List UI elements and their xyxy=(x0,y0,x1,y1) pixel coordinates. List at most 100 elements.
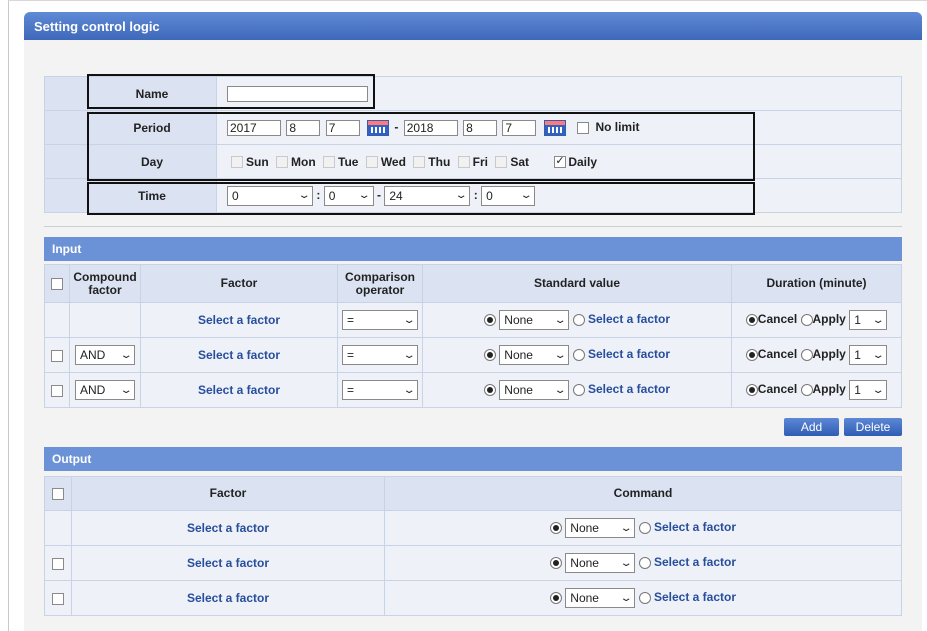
standard-value-radio[interactable] xyxy=(483,349,496,361)
row-side xyxy=(44,76,88,111)
end-hour-select[interactable]: 24 ⌄ xyxy=(384,185,471,206)
day-checkbox-mon[interactable] xyxy=(276,156,289,169)
compound-select[interactable]: AND ⌄ xyxy=(75,380,135,400)
output-row-checkbox[interactable] xyxy=(52,557,64,570)
row-side xyxy=(44,110,88,145)
daily-checkbox[interactable] xyxy=(554,154,567,169)
standard-factor-link[interactable]: Select a factor xyxy=(588,347,670,361)
input-row-checkbox[interactable] xyxy=(51,384,63,397)
chevron-down-icon: ⌄ xyxy=(357,190,372,201)
chevron-down-icon: ⌄ xyxy=(402,314,416,326)
standard-value-select[interactable]: None ⌄ xyxy=(499,345,570,365)
end-day-input[interactable]: 7 xyxy=(502,119,537,136)
standard-value-radio[interactable] xyxy=(483,314,496,326)
day-checkbox-sat[interactable] xyxy=(495,156,508,169)
standard-factor-radio[interactable] xyxy=(572,314,585,326)
chevron-down-icon: ⌄ xyxy=(619,557,633,569)
calendar-icon[interactable] xyxy=(367,119,390,136)
delete-button[interactable]: Delete xyxy=(844,418,902,436)
start-year-input[interactable]: 2017 xyxy=(227,119,281,136)
start-minute-select[interactable]: 0 ⌄ xyxy=(323,185,374,206)
name-input[interactable] xyxy=(227,85,368,102)
no-limit-label: No limit xyxy=(595,119,640,134)
output-factor-link[interactable]: Select a factor xyxy=(187,521,269,535)
day-label: Day xyxy=(87,144,217,179)
standard-factor-link[interactable]: Select a factor xyxy=(588,382,670,396)
duration-select[interactable]: 1 ⌄ xyxy=(849,345,888,365)
command-factor-link[interactable]: Select a factor xyxy=(654,590,736,604)
standard-value-select[interactable]: None ⌄ xyxy=(499,310,570,330)
command-factor-radio[interactable] xyxy=(638,557,651,569)
duration-select[interactable]: 1 ⌄ xyxy=(849,380,888,400)
daily-label: Daily xyxy=(568,154,598,169)
command-select[interactable]: None ⌄ xyxy=(565,518,636,538)
input-table: Compound factor Factor Comparison operat… xyxy=(44,264,902,408)
duration-select[interactable]: 1 ⌄ xyxy=(849,310,888,330)
input-select-all-checkbox[interactable] xyxy=(51,277,63,290)
apply-radio[interactable] xyxy=(800,314,813,326)
chevron-down-icon: ⌄ xyxy=(871,349,885,361)
standard-factor-radio[interactable] xyxy=(572,384,585,396)
input-factor-link[interactable]: Select a factor xyxy=(198,313,280,327)
frame-top-border xyxy=(8,0,927,1)
cancel-radio[interactable] xyxy=(745,384,758,396)
input-row-checkbox[interactable] xyxy=(51,349,63,362)
input-factor-link[interactable]: Select a factor xyxy=(198,348,280,362)
standard-value-radio[interactable] xyxy=(483,384,496,396)
cancel-label: Cancel xyxy=(757,347,798,362)
time-colon: : xyxy=(316,187,321,202)
start-hour-select[interactable]: 0 ⌄ xyxy=(227,185,313,206)
command-value-radio[interactable] xyxy=(549,522,562,534)
output-row-checkbox[interactable] xyxy=(52,592,64,605)
command-factor-link[interactable]: Select a factor xyxy=(654,555,736,569)
calendar-icon[interactable] xyxy=(543,119,566,136)
input-row: AND ⌄ Select a factor = ⌄ None ⌄ Select a f… xyxy=(44,372,902,408)
command-factor-link[interactable]: Select a factor xyxy=(654,520,736,534)
operator-select[interactable]: = ⌄ xyxy=(342,310,418,330)
cancel-radio[interactable] xyxy=(745,314,758,326)
command-select[interactable]: None ⌄ xyxy=(565,553,636,573)
operator-select[interactable]: = ⌄ xyxy=(342,345,418,365)
compound-select[interactable]: AND ⌄ xyxy=(75,345,135,365)
command-select[interactable]: None ⌄ xyxy=(565,588,636,608)
no-limit-checkbox[interactable] xyxy=(577,121,590,134)
command-factor-radio[interactable] xyxy=(638,592,651,604)
start-day-input[interactable]: 7 xyxy=(325,119,360,136)
day-checkbox-tue[interactable] xyxy=(323,156,336,169)
day-checkbox-thu[interactable] xyxy=(413,156,426,169)
start-month-input[interactable]: 8 xyxy=(286,119,321,136)
chevron-down-icon: ⌄ xyxy=(402,349,416,361)
add-button[interactable]: Add xyxy=(784,418,839,436)
standard-factor-radio[interactable] xyxy=(572,349,585,361)
standard-value-select[interactable]: None ⌄ xyxy=(499,380,570,400)
apply-radio[interactable] xyxy=(800,384,813,396)
cancel-radio[interactable] xyxy=(745,349,758,361)
standard-factor-link[interactable]: Select a factor xyxy=(588,312,670,326)
end-minute-select[interactable]: 0 ⌄ xyxy=(481,185,536,206)
input-factor-link[interactable]: Select a factor xyxy=(198,383,280,397)
end-year-input[interactable]: 2018 xyxy=(403,119,458,136)
output-row: Select a factor None ⌄ Select a factor xyxy=(44,545,902,581)
duration-header: Duration (minute) xyxy=(731,264,902,303)
command-factor-radio[interactable] xyxy=(638,522,651,534)
end-month-input[interactable]: 8 xyxy=(463,119,498,136)
chevron-down-icon: ⌄ xyxy=(553,349,567,361)
cancel-label: Cancel xyxy=(757,312,798,327)
row-side xyxy=(44,144,88,179)
output-factor-link[interactable]: Select a factor xyxy=(187,556,269,570)
day-label-sun: Sun xyxy=(246,154,269,169)
day-checkbox-fri[interactable] xyxy=(457,156,470,169)
output-row: Select a factor None ⌄ Select a factor xyxy=(44,580,902,616)
command-value-radio[interactable] xyxy=(549,557,562,569)
schedule-table: Name Period 2017 8 7 - 2018 8 7 No limit… xyxy=(44,76,902,213)
chevron-down-icon: ⌄ xyxy=(402,384,416,396)
command-value-radio[interactable] xyxy=(549,592,562,604)
day-checkbox-sun[interactable] xyxy=(231,156,243,169)
output-select-all-checkbox[interactable] xyxy=(52,487,64,500)
operator-select[interactable]: = ⌄ xyxy=(342,380,418,400)
day-label-wed: Wed xyxy=(380,154,406,169)
day-label-fri: Fri xyxy=(472,154,488,169)
day-checkbox-wed[interactable] xyxy=(365,156,378,169)
apply-radio[interactable] xyxy=(800,349,813,361)
output-factor-link[interactable]: Select a factor xyxy=(187,591,269,605)
